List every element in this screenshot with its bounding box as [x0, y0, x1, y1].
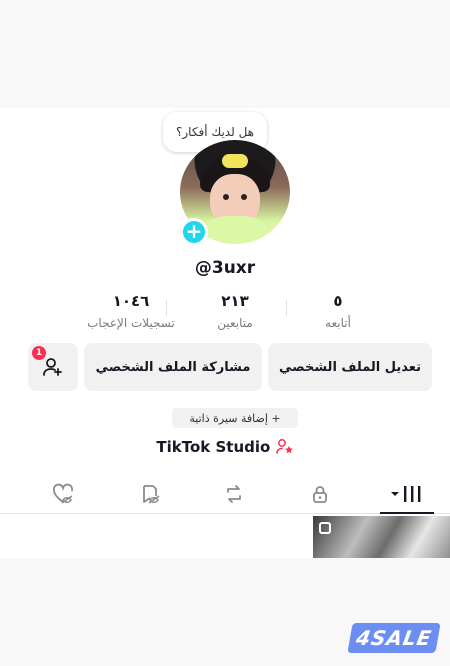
stat-likes-label: تسجيلات الإعجاب [87, 316, 175, 330]
content-tabs [0, 478, 450, 514]
watermark-logo: 4SALE [347, 623, 441, 653]
add-user-icon [43, 358, 62, 376]
ideas-bubble-text: هل لديك أفكار؟ [176, 125, 254, 139]
tab-favorites[interactable] [127, 478, 173, 510]
repost-icon [227, 485, 241, 503]
share-profile-label: مشاركة الملف الشخصي [95, 359, 251, 375]
tab-reposts[interactable] [211, 478, 257, 510]
lock-icon [313, 486, 327, 503]
stat-following-label: أتابعه [325, 316, 351, 330]
avatar-bow [222, 154, 248, 168]
studio-person-star-icon [275, 439, 293, 454]
stat-following-value: ٥ [333, 292, 343, 310]
add-story-plus-icon[interactable]: + [180, 218, 208, 246]
video-thumbnail[interactable] [313, 516, 450, 558]
stat-followers-value: ٢١٣ [221, 292, 249, 310]
heart-hidden-icon [52, 483, 74, 504]
avatar-eye [241, 194, 247, 200]
stat-likes[interactable]: ١٠٤٦ تسجيلات الإعجاب [76, 292, 186, 330]
tab-liked[interactable] [40, 478, 86, 510]
thumbnail-overlay-icon [319, 522, 331, 534]
active-tab-indicator [380, 512, 434, 514]
stat-likes-value: ١٠٤٦ [112, 292, 150, 310]
friends-notification-badge: 1 [32, 346, 46, 360]
username: @3uxr [194, 258, 256, 278]
add-bio-button[interactable]: + إضافة سيرة ذاتية [172, 408, 298, 428]
studio-label: TikTok Studio [156, 438, 271, 456]
share-profile-button[interactable]: مشاركة الملف الشخصي [84, 343, 262, 391]
edit-profile-label: تعديل الملف الشخصي [279, 359, 422, 375]
eye-off-icon [143, 485, 160, 504]
avatar-eye [223, 194, 229, 200]
edit-profile-button[interactable]: تعديل الملف الشخصي [268, 343, 432, 391]
stat-followers[interactable]: ٢١٣ متابعين [180, 292, 290, 330]
tab-private[interactable] [297, 478, 343, 510]
stat-followers-label: متابعين [217, 316, 253, 330]
add-bio-label: + إضافة سيرة ذاتية [189, 411, 281, 425]
tiktok-studio-link[interactable]: TikTok Studio [0, 438, 450, 456]
tab-videos[interactable] [384, 478, 430, 510]
stat-following[interactable]: ٥ أتابعه [283, 292, 393, 330]
grid-icon [391, 486, 421, 502]
